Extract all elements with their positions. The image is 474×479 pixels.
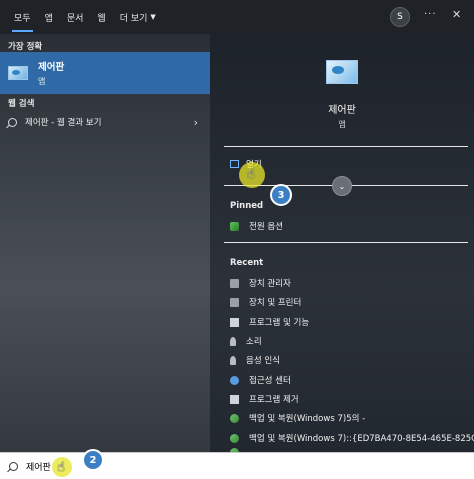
best-match-name: 제어판	[38, 62, 65, 73]
search-filter-tabs: 모두 앱 문서 웹 더 보기 ▼ S ··· ✕	[0, 0, 474, 34]
search-icon	[8, 117, 17, 127]
programs-icon	[230, 317, 239, 327]
backup-icon	[230, 413, 239, 423]
web-search-heading: 웹 검색	[8, 99, 35, 109]
close-icon[interactable]: ✕	[452, 8, 461, 21]
pinned-heading: Pinned	[230, 201, 264, 211]
recent-item[interactable]: 접근성 센터	[230, 374, 291, 386]
recent-item-label: 접근성 센터	[249, 376, 291, 386]
pinned-item-label: 전원 옵션	[249, 222, 283, 232]
tab-all[interactable]: 모두	[12, 0, 33, 34]
chevron-down-icon: ▼	[150, 13, 156, 21]
hand-cursor-icon: ☝	[57, 460, 65, 475]
recent-item-label: 백업 및 복원(Windows 7)::{ED7BA470-8E54-465E-…	[249, 434, 474, 444]
programs-icon	[230, 394, 239, 404]
recent-item[interactable]: 프로그램 및 기능	[230, 316, 309, 328]
accessibility-icon	[230, 375, 239, 385]
search-icon	[9, 461, 18, 471]
backup-icon	[230, 433, 239, 443]
power-options-icon	[230, 221, 239, 231]
step-badge-2: 2	[82, 449, 104, 471]
best-match-control-panel[interactable]: 제어판 앱	[0, 52, 210, 94]
tab-documents[interactable]: 문서	[67, 0, 84, 34]
recent-item[interactable]: 백업 및 복원(Windows 7)5의 -	[230, 412, 365, 424]
tab-more-label: 더 보기	[119, 13, 148, 24]
more-options-icon[interactable]: ···	[424, 9, 437, 20]
recent-heading: Recent	[230, 258, 264, 268]
recent-item-label: 장치 및 프린터	[249, 298, 302, 308]
open-icon	[230, 160, 239, 168]
pinned-item-power-options[interactable]: 전원 옵션	[230, 220, 283, 232]
divider	[224, 146, 468, 147]
preview-pane: 제어판 앱 열기 ⌄ Pinned 전원 옵션 Recent 장치 관리자 장치…	[210, 34, 474, 457]
tab-more[interactable]: 더 보기 ▼	[120, 0, 156, 34]
recent-item-label: 백업 및 복원(Windows 7)5의 -	[249, 414, 366, 424]
device-manager-icon	[230, 278, 239, 288]
recent-item[interactable]: 장치 및 프린터	[230, 296, 301, 308]
preview-title: 제어판	[328, 105, 356, 116]
sound-icon	[230, 336, 236, 346]
control-panel-icon	[326, 60, 358, 84]
recent-item-label: 음성 인식	[246, 356, 280, 366]
recent-item-label: 프로그램 제거	[249, 395, 299, 405]
recent-item[interactable]: 백업 및 복원(Windows 7)::{ED7BA470-8E54-465E-…	[230, 432, 474, 444]
tab-web[interactable]: 웹	[97, 0, 105, 34]
expand-chevron-icon[interactable]: ⌄	[332, 176, 352, 196]
best-match-heading: 가장 정확	[8, 42, 43, 52]
recent-item-label: 프로그램 및 기능	[249, 318, 310, 328]
web-search-result[interactable]: 제어판 - 웹 결과 보기 ›	[0, 111, 210, 133]
step-badge-3: 3	[270, 184, 292, 206]
best-match-type: 앱	[38, 77, 46, 86]
recent-item[interactable]: 장치 관리자	[230, 277, 291, 289]
start-menu-search-panel: 모두 앱 문서 웹 더 보기 ▼ S ··· ✕ 가장 정확 제어판 앱 웹 검…	[0, 0, 474, 479]
preview-subtitle: 앱	[338, 120, 346, 129]
divider	[224, 242, 468, 243]
recent-item-label: 소리	[246, 337, 262, 347]
microphone-icon	[230, 355, 236, 365]
control-panel-icon	[8, 66, 28, 80]
web-search-query: 제어판 - 웹 결과 보기	[25, 118, 102, 128]
chevron-right-icon[interactable]: ›	[194, 116, 198, 129]
hand-cursor-icon: ☝	[247, 167, 255, 182]
tab-apps[interactable]: 앱	[45, 0, 53, 34]
printer-icon	[230, 297, 239, 307]
recent-item[interactable]: 프로그램 제거	[230, 393, 299, 405]
recent-item[interactable]: 음성 인식	[230, 354, 280, 366]
avatar[interactable]: S	[390, 7, 410, 27]
recent-item[interactable]: 소리	[230, 335, 262, 347]
results-list: 가장 정확 제어판 앱 웹 검색 제어판 - 웹 결과 보기 ›	[0, 34, 210, 452]
recent-item-label: 장치 관리자	[249, 279, 291, 289]
